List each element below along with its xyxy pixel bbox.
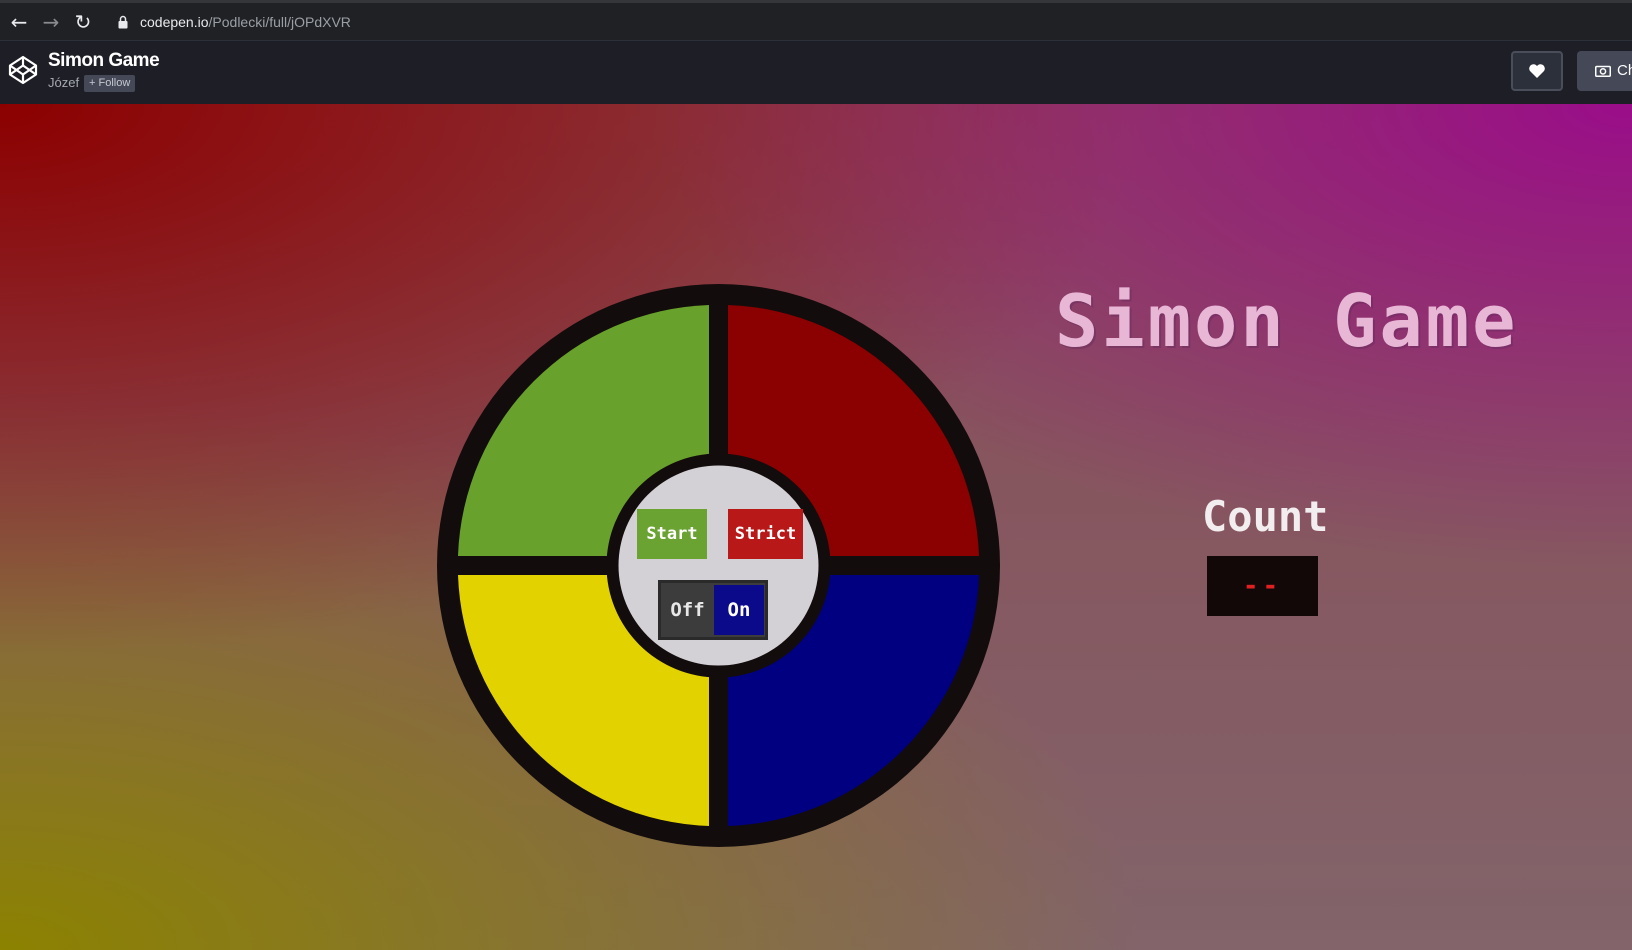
heart-icon <box>1529 64 1545 78</box>
codepen-logo-icon[interactable] <box>8 55 38 85</box>
arrow-left-icon: ← <box>10 10 28 34</box>
reload-icon: ↻ <box>74 10 92 34</box>
arrow-right-icon: → <box>42 10 60 34</box>
camera-icon <box>1595 65 1611 77</box>
url-host: codepen.io <box>140 14 209 30</box>
game-area: Start Strict Off On Simon Game Count -- <box>0 104 1632 950</box>
game-title: Simon Game <box>1055 279 1519 363</box>
change-view-label: Ch <box>1617 62 1632 79</box>
simon-board: Start Strict Off On <box>437 284 1000 847</box>
count-display: -- <box>1207 556 1318 616</box>
follow-button[interactable]: + Follow <box>84 75 136 92</box>
reload-button[interactable]: ↻ <box>70 9 96 35</box>
lock-icon <box>118 15 128 29</box>
simon-board-svg <box>437 284 1000 847</box>
pen-author[interactable]: Józef <box>48 75 79 90</box>
address-bar[interactable]: codepen.io/Podlecki/full/jOPdXVR <box>108 8 1632 38</box>
change-view-button[interactable]: Ch <box>1577 51 1632 91</box>
power-off-option[interactable]: Off <box>661 583 714 637</box>
power-on-option[interactable]: On <box>714 585 764 635</box>
start-button[interactable]: Start <box>637 509 707 559</box>
url-text: codepen.io/Podlecki/full/jOPdXVR <box>140 14 351 30</box>
browser-toolbar: ← → ↻ codepen.io/Podlecki/full/jOPdXVR <box>0 0 1632 40</box>
codepen-header: Simon Game Józef + Follow Ch <box>0 40 1632 104</box>
url-path: /Podlecki/full/jOPdXVR <box>208 14 351 30</box>
power-toggle[interactable]: Off On <box>658 580 768 640</box>
back-button[interactable]: ← <box>6 9 32 35</box>
like-button[interactable] <box>1511 51 1563 91</box>
pen-title: Simon Game <box>48 50 160 71</box>
forward-button[interactable]: → <box>38 9 64 35</box>
strict-button[interactable]: Strict <box>728 509 803 559</box>
count-label: Count <box>1202 492 1329 541</box>
